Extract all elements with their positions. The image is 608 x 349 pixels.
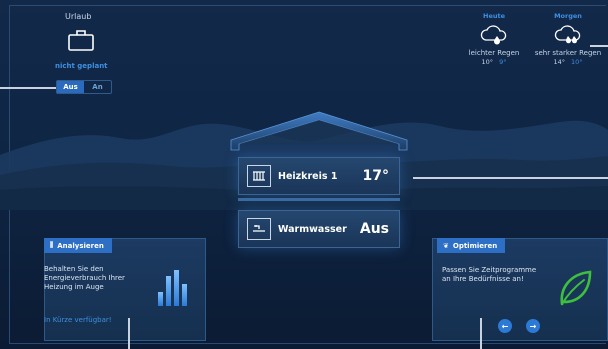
vacation-toggle-on[interactable]: An [84, 81, 111, 93]
optimize-description: Passen Sie Zeitprogramme an Ihre Bedürfn… [442, 266, 562, 284]
faucet-icon [247, 218, 271, 240]
heating-circuit-temperature: 17° [362, 168, 389, 184]
weather-tomorrow-low: 10° [571, 58, 583, 66]
weather-today-description: leichter Regen [468, 49, 520, 57]
optimize-tab[interactable]: ❦ Optimieren [437, 238, 506, 253]
vacation-status: nicht geplant [55, 62, 108, 70]
vacation-toggle-off[interactable]: Aus [57, 81, 84, 93]
house-floor-divider [238, 198, 400, 201]
vacation-label: Urlaub [65, 12, 92, 21]
prev-button[interactable]: ← [498, 319, 512, 333]
weather-tomorrow-description: sehr starker Regen [534, 49, 602, 57]
heating-circuit-tile[interactable]: Heizkreis 1 17° [238, 157, 400, 195]
next-button[interactable]: → [526, 319, 540, 333]
weather-today-high: 10° [481, 58, 494, 66]
analyze-tab-label: Analysieren [57, 241, 104, 250]
analyze-description: Behalten Sie den Energieverbrauch Ihrer … [44, 265, 144, 292]
hot-water-status: Aus [359, 221, 389, 237]
weather-leader-line [590, 45, 608, 47]
vacation-toggle[interactable]: Aus An [56, 80, 112, 94]
bar-chart-icon [158, 270, 187, 306]
house-roof [230, 111, 408, 151]
weather-today-low: 9° [499, 58, 507, 66]
weather-today: Heute leichter Regen 10° 9° [454, 12, 534, 66]
heating-circuit-label: Heizkreis 1 [278, 170, 338, 182]
heating-leader-line [413, 177, 608, 179]
analyze-line-1: Behalten Sie den [44, 265, 104, 273]
chart-mini-icon: ⫼ [50, 241, 54, 249]
weather-tomorrow-day: Morgen [554, 12, 582, 20]
leaf-icon [560, 270, 592, 306]
optimize-tab-label: Optimieren [452, 241, 498, 250]
optimize-line-1: Passen Sie Zeitprogramme [442, 266, 537, 274]
radiator-icon [247, 165, 271, 187]
analyze-tab[interactable]: ⫼ Analysieren [44, 238, 112, 253]
analyze-leader-line [128, 318, 130, 349]
cloud-heavy-rain-icon [554, 25, 581, 44]
optimize-leader-line [480, 318, 482, 349]
weather-tomorrow-high: 14° [553, 58, 565, 66]
weather-today-temps: 10° 9° [454, 58, 534, 66]
vacation-leader-line [0, 87, 56, 89]
weather-tomorrow-temps: 14° 10° [528, 58, 608, 66]
weather-today-day: Heute [483, 12, 505, 20]
hot-water-tile[interactable]: Warmwasser Aus [238, 210, 400, 248]
cloud-rain-icon [480, 25, 507, 45]
optimize-line-2: an Ihre Bedürfnisse an! [442, 275, 524, 283]
hot-water-label: Warmwasser [278, 223, 347, 235]
suitcase-icon[interactable] [66, 28, 96, 52]
analyze-line-2: Energieverbrauch Ihrer [44, 274, 125, 282]
analyze-line-3: Heizung im Auge [44, 283, 104, 291]
coming-soon-label: In Kürze verfügbar! [44, 316, 112, 324]
leaf-mini-icon: ❦ [443, 241, 449, 250]
weather-tomorrow: Morgen sehr starker Regen 14° 10° [528, 12, 608, 66]
